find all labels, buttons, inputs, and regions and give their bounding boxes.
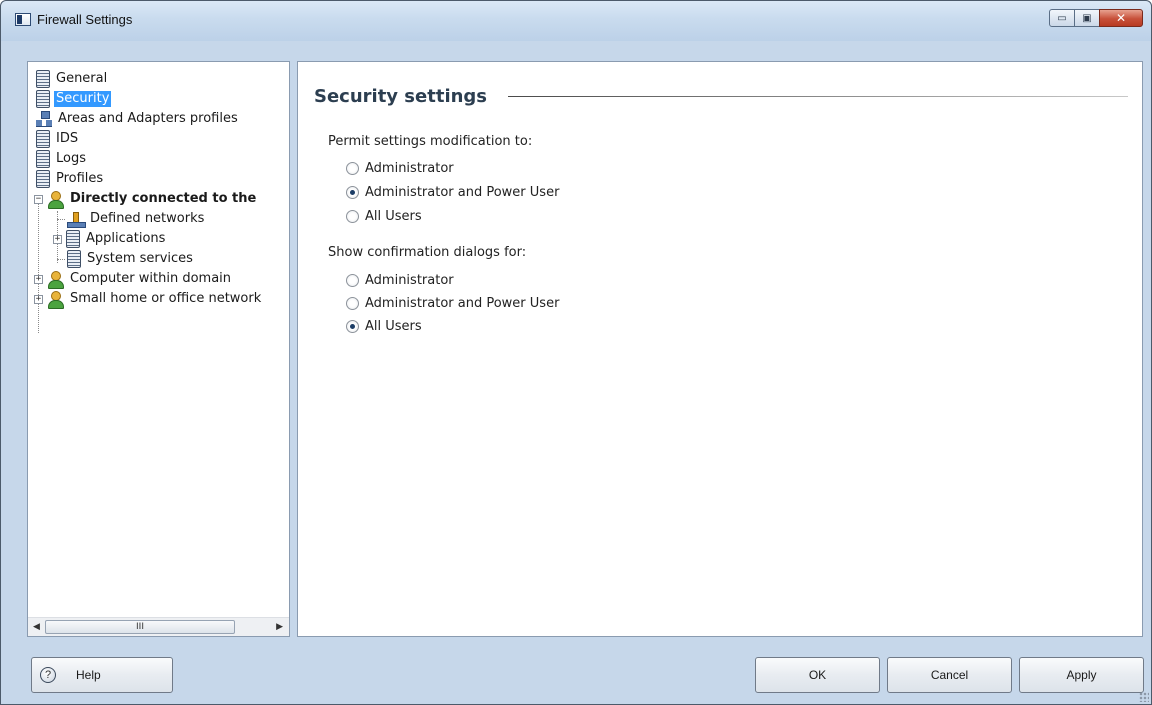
maximize-button[interactable]: ▣ <box>1074 9 1100 27</box>
radio-label: Administrator <box>365 160 454 176</box>
tree-item-label: System services <box>87 251 193 266</box>
tree-item-directly-connected[interactable]: − Directly connected to the <box>34 189 258 209</box>
tree-item-label: Applications <box>86 231 166 246</box>
heading-divider <box>508 96 1128 97</box>
tree-item-system-services[interactable]: System services <box>57 249 195 269</box>
tree-item-defined-networks[interactable]: Defined networks <box>57 209 206 229</box>
page-icon <box>67 250 81 268</box>
title-bar[interactable]: Firewall Settings ▭ ▣ ✕ <box>1 1 1151 41</box>
permit-radio-administrator[interactable]: Administrator <box>346 158 454 178</box>
help-label: Help <box>76 668 101 682</box>
confirm-radio-administrator[interactable]: Administrator <box>346 270 454 290</box>
tree-item-small-home-office[interactable]: + Small home or office network <box>34 289 263 309</box>
tree-item-label: Small home or office network <box>70 291 262 306</box>
permit-radio-all-users[interactable]: All Users <box>346 206 422 226</box>
page-icon <box>36 70 50 88</box>
tree-item-label: Defined networks <box>90 211 205 226</box>
expand-toggle[interactable]: + <box>34 274 43 284</box>
radio-button[interactable] <box>346 185 359 199</box>
confirm-radio-all-users[interactable]: All Users <box>346 316 422 336</box>
tree-item-label: Directly connected to the <box>70 191 257 206</box>
radio-button[interactable] <box>346 273 359 287</box>
tree-item-applications[interactable]: + Applications <box>53 229 167 249</box>
app-icon <box>15 13 31 26</box>
tree-item-computer-within-domain[interactable]: + Computer within domain <box>34 269 233 289</box>
radio-button[interactable] <box>346 319 359 333</box>
radio-label: Administrator <box>365 272 454 288</box>
collapse-toggle[interactable]: − <box>34 194 43 204</box>
tree-item-logs[interactable]: Logs <box>36 149 88 169</box>
section-heading: Security settings <box>314 86 488 107</box>
radio-label: All Users <box>365 318 422 334</box>
scroll-right-icon[interactable]: ▶ <box>276 622 283 632</box>
tree-item-areas-adapters[interactable]: Areas and Adapters profiles <box>36 109 240 129</box>
tree-item-security[interactable]: Security <box>36 89 112 109</box>
tree-item-general[interactable]: General <box>36 69 109 89</box>
tree-item-label: Computer within domain <box>70 271 232 286</box>
scroll-thumb[interactable]: III <box>45 620 235 634</box>
tree-item-profiles[interactable]: Profiles <box>36 169 105 189</box>
radio-label: Administrator and Power User <box>365 184 560 200</box>
settings-tree: General Security Areas and Adapters prof… <box>28 62 289 617</box>
tree-item-label: General <box>56 71 108 86</box>
tree-connector <box>57 258 65 260</box>
confirm-group-label: Show confirmation dialogs for: <box>328 245 527 260</box>
firewall-settings-window: Firewall Settings ▭ ▣ ✕ General Security… <box>0 0 1152 705</box>
close-button[interactable]: ✕ <box>1099 9 1143 27</box>
radio-label: Administrator and Power User <box>365 295 560 311</box>
tree-item-label: Profiles <box>56 171 104 186</box>
window-title: Firewall Settings <box>37 12 133 27</box>
page-icon <box>36 150 50 168</box>
permit-radio-admin-power-user[interactable]: Administrator and Power User <box>346 182 559 202</box>
security-settings-panel: Security settings Permit settings modifi… <box>297 61 1143 637</box>
defined-network-icon <box>67 211 86 228</box>
tree-item-label: Security <box>54 91 112 107</box>
user-icon <box>47 290 64 309</box>
tree-horizontal-scrollbar[interactable]: ◀ III ▶ <box>28 617 289 636</box>
page-icon <box>36 170 50 188</box>
cancel-button[interactable]: Cancel <box>887 657 1012 693</box>
user-icon <box>47 190 64 209</box>
apply-button[interactable]: Apply <box>1019 657 1144 693</box>
radio-button[interactable] <box>346 296 359 310</box>
help-icon: ? <box>40 667 56 683</box>
tree-item-label: Logs <box>56 151 86 166</box>
expand-toggle[interactable]: + <box>53 234 62 244</box>
page-icon <box>36 130 50 148</box>
settings-tree-panel: General Security Areas and Adapters prof… <box>27 61 290 637</box>
tree-item-label: Areas and Adapters profiles <box>58 111 238 126</box>
radio-button[interactable] <box>346 209 359 223</box>
page-icon <box>36 90 50 108</box>
ok-button[interactable]: OK <box>755 657 880 693</box>
minimize-button[interactable]: ▭ <box>1049 9 1075 27</box>
tree-item-ids[interactable]: IDS <box>36 129 80 149</box>
scroll-left-icon[interactable]: ◀ <box>33 622 40 632</box>
user-icon <box>47 270 64 289</box>
network-icon <box>36 111 52 127</box>
resize-grip[interactable] <box>1139 692 1149 702</box>
confirm-radio-admin-power-user[interactable]: Administrator and Power User <box>346 293 559 313</box>
expand-toggle[interactable]: + <box>34 294 43 304</box>
tree-item-label: IDS <box>56 131 79 146</box>
page-icon <box>66 230 80 248</box>
radio-button[interactable] <box>346 161 359 175</box>
permit-group-label: Permit settings modification to: <box>328 134 533 149</box>
radio-label: All Users <box>365 208 422 224</box>
help-button[interactable]: ? Help <box>31 657 173 693</box>
tree-connector <box>57 218 65 220</box>
